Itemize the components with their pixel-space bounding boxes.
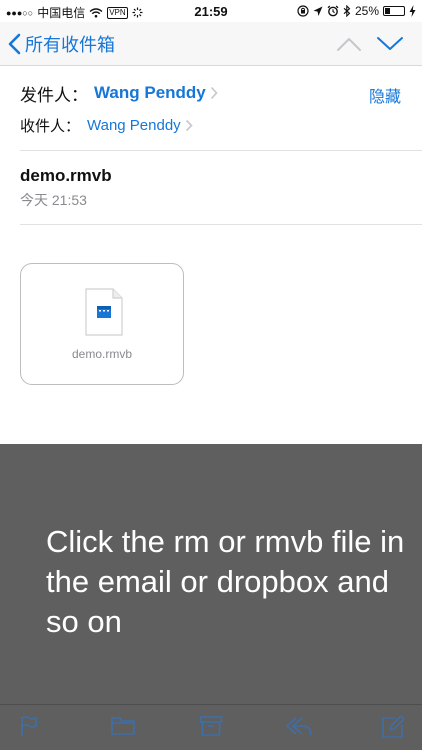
archive-icon[interactable]: [199, 715, 223, 737]
status-bar: ●●●○○ 中国电信 VPN 21:59 25%: [0, 0, 422, 22]
chevron-right-icon: [185, 119, 193, 131]
sender-row: 发件人： Wang Penddy: [20, 80, 218, 106]
location-icon: [313, 6, 323, 16]
header-divider: [20, 150, 422, 151]
navigation-bar: 所有收件箱: [0, 22, 422, 66]
alarm-icon: [327, 5, 339, 17]
attachment-card[interactable]: demo.rmvb: [20, 263, 184, 385]
battery-percent: 25%: [354, 4, 379, 18]
chevron-left-icon: [8, 33, 21, 55]
message-date: 今天 21:53: [20, 192, 87, 208]
compose-icon[interactable]: [381, 715, 405, 739]
recipient-label: 收件人：: [20, 117, 81, 135]
orientation-lock-icon: [297, 5, 309, 17]
reply-icon[interactable]: [285, 715, 313, 737]
bottom-toolbar: [0, 704, 422, 750]
recipient-name-link[interactable]: Wang Penddy: [87, 117, 181, 134]
status-right: 25%: [297, 4, 416, 18]
back-button[interactable]: 所有收件箱: [8, 31, 115, 57]
back-button-label: 所有收件箱: [25, 35, 115, 55]
hide-details-link[interactable]: 隐藏: [369, 83, 401, 107]
battery-level: [385, 8, 390, 14]
flag-icon[interactable]: [20, 715, 38, 737]
instruction-text: Click the rm or rmvb file in the email o…: [46, 524, 405, 639]
message-subject: demo.rmvb: [20, 166, 112, 185]
previous-message-button[interactable]: [336, 32, 362, 56]
bluetooth-icon: [343, 5, 351, 17]
recipient-row: 收件人： Wang Penddy: [20, 114, 193, 136]
sender-name-link[interactable]: Wang Penddy: [94, 83, 206, 103]
sender-label: 发件人：: [20, 85, 88, 105]
folder-icon[interactable]: [110, 715, 136, 737]
video-file-icon: [85, 288, 123, 336]
battery-icon: [383, 6, 405, 16]
chevron-right-icon: [210, 86, 218, 100]
attachment-name: demo.rmvb: [71, 347, 133, 361]
next-message-button[interactable]: [376, 32, 404, 56]
charging-icon: [409, 5, 416, 17]
subject-divider: [20, 224, 422, 225]
